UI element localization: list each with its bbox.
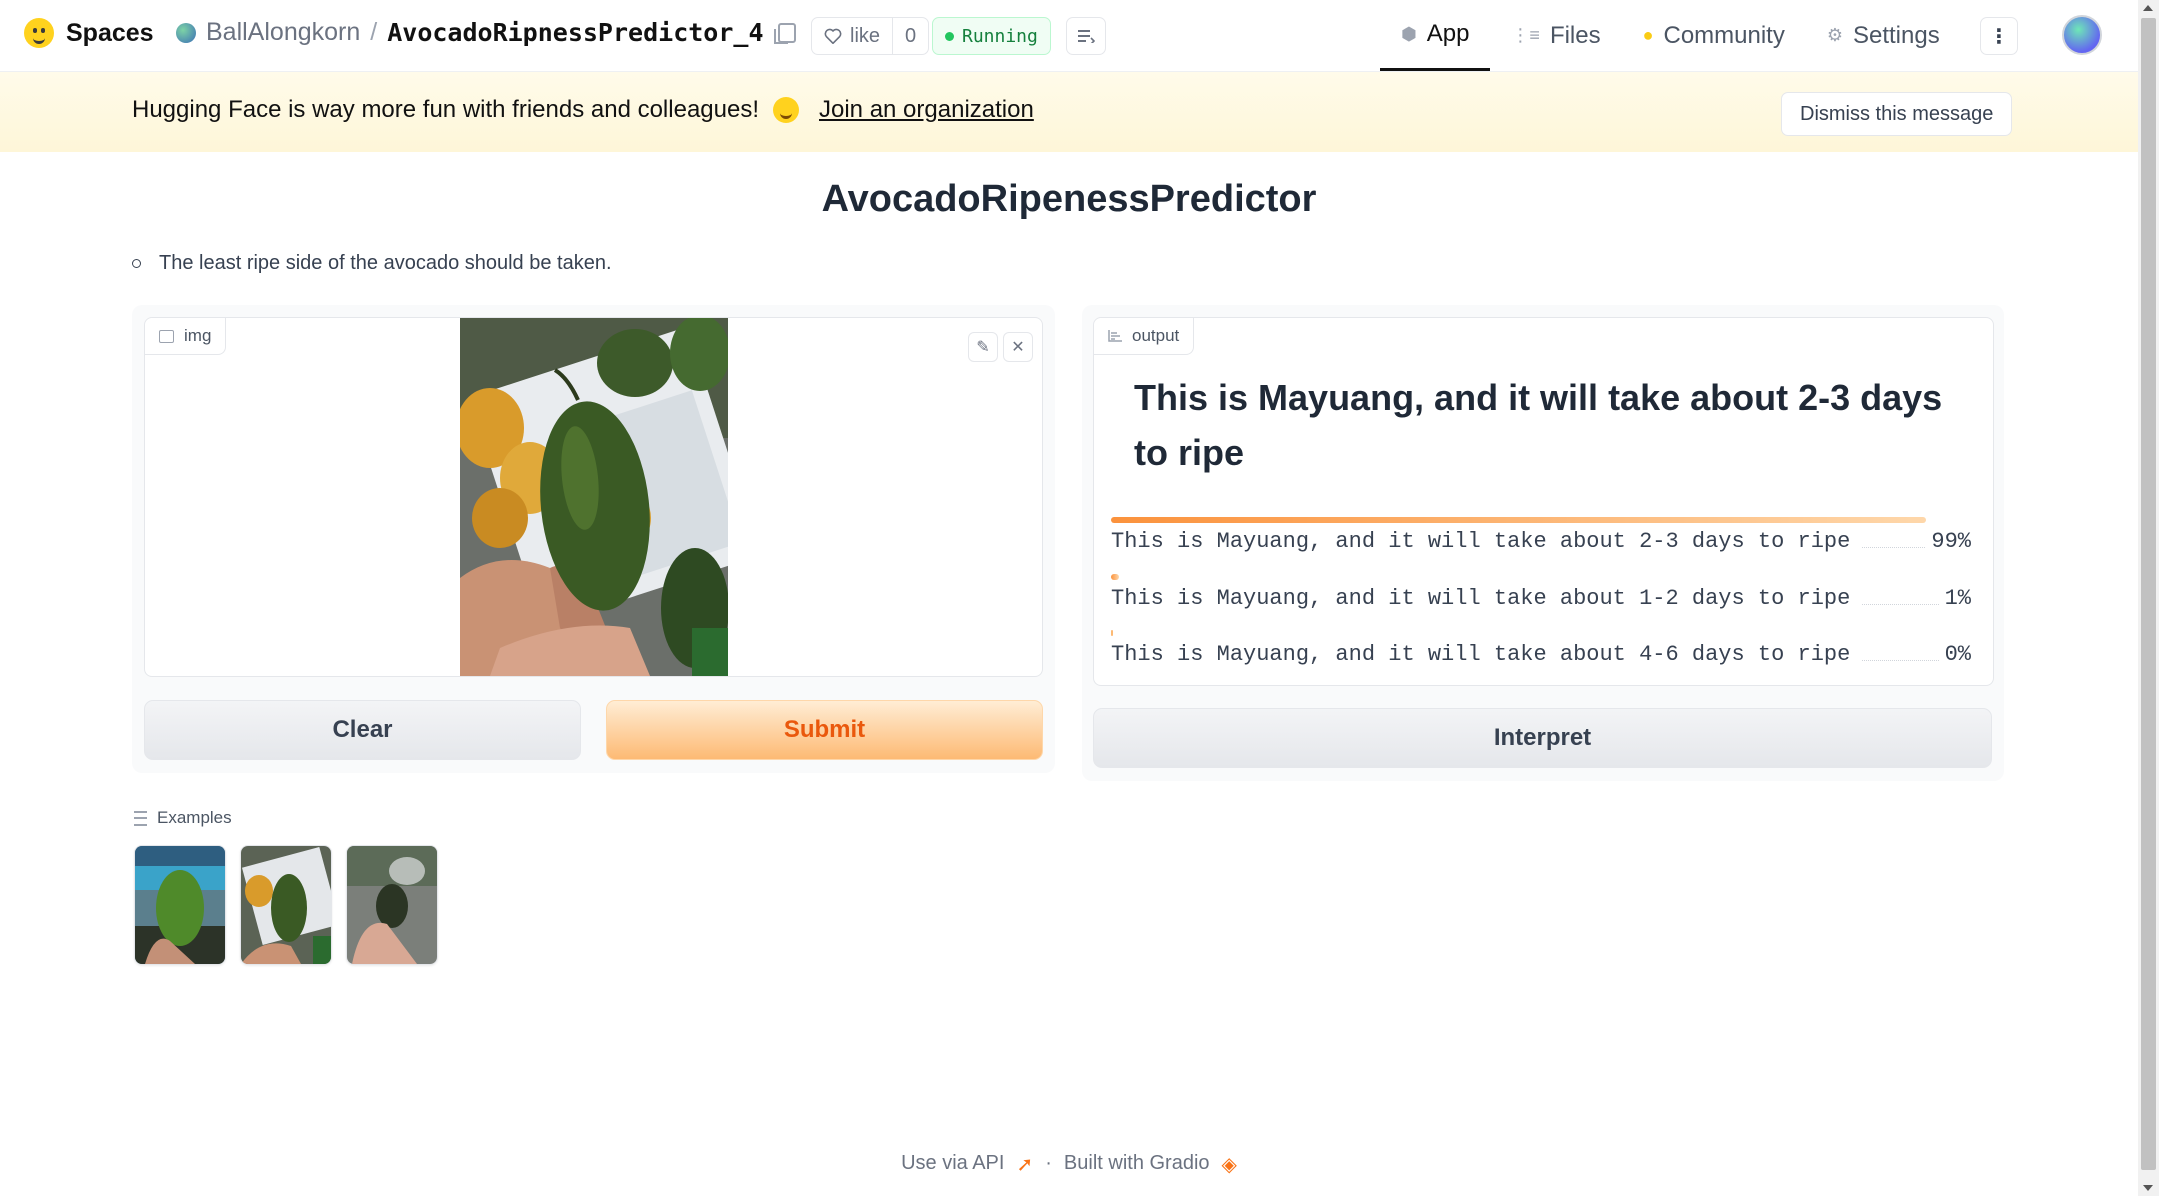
spaces-home-link[interactable]: Spaces [24,18,154,48]
hugging-emoji-icon [773,97,799,123]
image-input[interactable]: img ✎ ✕ [144,317,1043,677]
confidence-label: This is Mayuang, and it will take about … [1111,642,1851,667]
logs-menu-button[interactable] [1066,17,1106,55]
close-icon: ✕ [1011,339,1025,356]
copy-icon[interactable] [773,22,796,44]
tab-settings-label: Settings [1852,21,1940,49]
breadcrumb: BallAlongkorn / AvocadoRipnessPredictor_… [176,18,796,47]
built-with-gradio-link[interactable]: Built with Gradio [1064,1152,1210,1177]
repo-name-link[interactable]: AvocadoRipnessPredictor_4 [387,18,763,47]
avocado-photo-image [460,318,728,676]
brand-label: Spaces [66,18,154,47]
banner-message: Hugging Face is way more fun with friend… [132,96,759,123]
clear-button[interactable]: Clear [144,700,581,760]
confidence-bar [1111,574,1120,580]
confidence-bar [1111,630,1113,636]
confidence-label: This is Mayuang, and it will take about … [1111,529,1851,554]
top-navbar: Spaces BallAlongkorn / AvocadoRipnessPre… [0,0,2138,72]
tab-settings[interactable]: ⚙ Settings [1806,0,1961,71]
tab-community-label: Community [1663,21,1785,49]
image-input-label: img [145,318,227,355]
output-label-text: output [1132,326,1180,345]
scroll-down-icon[interactable] [2143,1185,2153,1191]
cube-icon: ⬢ [1401,23,1417,44]
image-input-label-text: img [184,326,212,345]
output-label: output [1094,318,1195,355]
description-text: The least ripe side of the avocado shoul… [159,252,612,274]
tab-community[interactable]: ● Community [1622,0,1806,71]
heart-icon [824,28,842,44]
scrollbar-thumb[interactable] [2141,18,2156,1170]
submit-button[interactable]: Submit [606,700,1043,760]
input-panel: img ✎ ✕ Clear Submit [132,305,1055,773]
remove-image-button[interactable]: ✕ [1003,332,1033,362]
dismiss-button[interactable]: Dismiss this message [1781,92,2013,136]
avocado-photo [460,318,728,676]
app-title: AvocadoRipenessPredictor [821,178,1317,220]
breadcrumb-separator: / [370,18,378,46]
status-badge[interactable]: Running [932,17,1051,55]
more-options-button[interactable]: ⋮ [1980,17,2018,55]
footer: Use via API ➚ · Built with Gradio ◈ [0,1152,2138,1177]
like-count[interactable]: 0 [893,25,928,48]
space-tabs: ⬢ App ⋮≡ Files ● Community ⚙ Settings [1380,0,1961,71]
label-output: output This is Mayuang, and it will take… [1093,317,1994,686]
example-thumbnail[interactable] [346,845,438,965]
bar-chart-icon [1108,330,1122,342]
user-avatar[interactable] [2062,15,2102,55]
confidence-label: This is Mayuang, and it will take about … [1111,586,1851,611]
gear-icon: ⚙ [1826,25,1843,45]
confidence-bar [1111,517,1926,523]
hugging-face-logo-icon [24,18,54,48]
rocket-icon: ➚ [1016,1154,1034,1176]
org-banner: Hugging Face is way more fun with friend… [0,72,2138,152]
output-panel: output This is Mayuang, and it will take… [1082,305,2004,781]
status-dot-icon [945,31,954,41]
confidence-value: 1% [1944,586,1971,611]
list-icon [134,810,147,826]
kebab-icon: ⋮ [1989,25,2009,48]
list-menu-icon [1078,30,1095,43]
owner-avatar-icon [176,22,196,43]
files-icon: ⋮≡ [1511,25,1540,45]
join-organization-link[interactable]: Join an organization [819,96,1034,124]
tab-app[interactable]: ⬢ App [1380,0,1491,71]
interpret-button[interactable]: Interpret [1093,708,1992,768]
page: Spaces BallAlongkorn / AvocadoRipnessPre… [0,0,2138,1196]
use-via-api-link[interactable]: Use via API [901,1152,1004,1177]
page-scrollbar[interactable] [2138,0,2159,1196]
edit-image-button[interactable]: ✎ [968,332,998,362]
predicted-label: This is Mayuang, and it will take about … [1134,377,1943,473]
tab-app-label: App [1426,20,1470,47]
examples-label-text: Examples [157,808,232,827]
scroll-up-icon[interactable] [2143,5,2153,11]
footer-dot: · [1045,1152,1052,1174]
image-icon [159,329,174,343]
gradio-logo-icon: ◈ [1221,1154,1237,1176]
bullet-icon [132,259,141,268]
owner-link[interactable]: BallAlongkorn [206,18,360,47]
tab-files[interactable]: ⋮≡ Files [1490,0,1621,71]
example-thumbnail[interactable] [134,845,226,965]
like-label: like [850,24,881,47]
example-thumbnail[interactable] [240,845,332,965]
like-button[interactable]: like 0 [811,17,930,55]
app-description: The least ripe side of the avocado shoul… [132,252,612,275]
community-icon: ● [1642,25,1654,45]
confidence-value: 0% [1944,642,1971,667]
tab-files-label: Files [1549,21,1601,49]
confidence-value: 99% [1931,529,1971,554]
status-label: Running [962,25,1038,47]
pencil-icon: ✎ [976,339,990,356]
examples-label: Examples [134,808,232,828]
